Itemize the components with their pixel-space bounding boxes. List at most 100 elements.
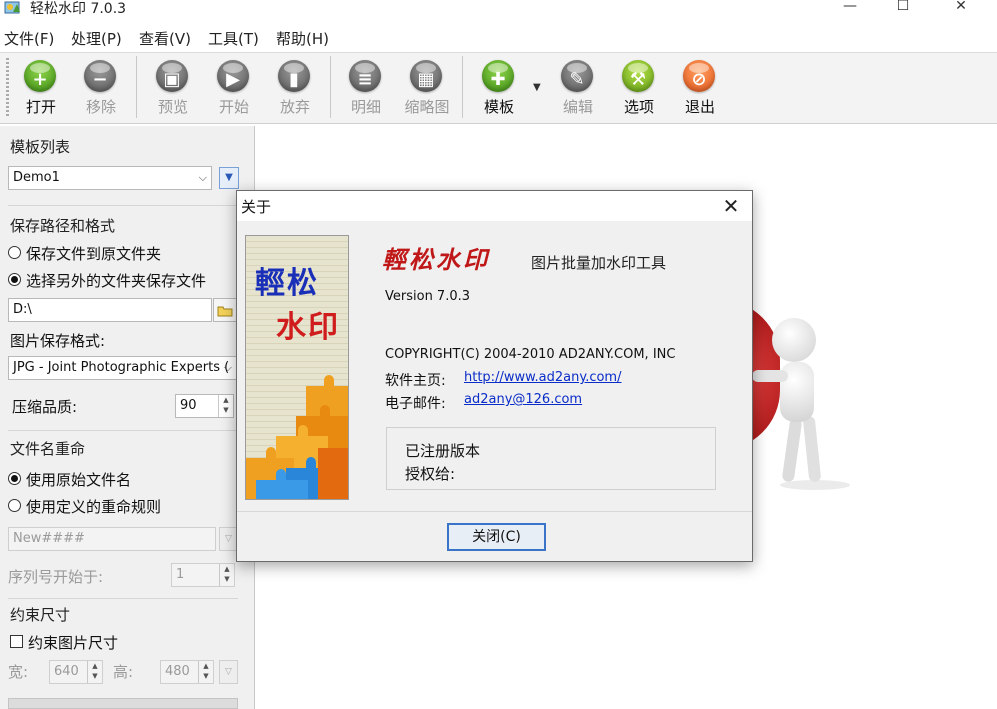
abort-button[interactable]: ▮ 放弃 — [266, 56, 324, 118]
size-menu-button[interactable]: ▽ — [219, 660, 238, 684]
save-path-title: 保存路径和格式 — [10, 217, 116, 235]
chevron-down-icon: ⌵ — [198, 171, 207, 184]
menu-view[interactable]: 查看(V) — [139, 28, 191, 49]
spin-arrows-icon[interactable]: ▲ ▼ — [219, 564, 234, 586]
rename-pattern-input[interactable]: New#### — [8, 527, 216, 551]
save-path-input[interactable]: D:\ — [8, 298, 212, 322]
format-select[interactable]: JPG - Joint Photographic Experts ( ⌵ — [8, 356, 237, 380]
options-label: 选项 — [623, 98, 654, 116]
toolbar-separator — [462, 56, 463, 118]
start-button[interactable]: ▶ 开始 — [205, 56, 263, 118]
menu-file[interactable]: 文件(F) — [4, 28, 54, 49]
menu-process[interactable]: 处理(P) — [71, 28, 122, 49]
open-label: 打开 — [25, 98, 56, 116]
open-button[interactable]: + 打开 — [12, 56, 70, 118]
preview-button[interactable]: ▣ 预览 — [144, 56, 202, 118]
width-stepper[interactable]: 640 ▲ ▼ — [49, 660, 103, 684]
minimize-button[interactable]: — — [827, 0, 873, 18]
spin-arrows-icon[interactable]: ▲ ▼ — [218, 395, 233, 417]
thumbnails-button[interactable]: ▦ 缩略图 — [398, 56, 456, 118]
divider — [8, 598, 238, 599]
brand-subtitle: 图片批量加水印工具 — [531, 254, 667, 272]
divider — [8, 205, 238, 206]
height-label: 高: — [113, 663, 134, 681]
brand-title: 輕松水印 — [382, 245, 490, 274]
details-button[interactable]: ≡ 明细 — [337, 56, 395, 118]
toolbar-grip[interactable] — [6, 58, 9, 116]
radio-custom-rule[interactable] — [8, 499, 21, 512]
welcome-illustration-part — [752, 370, 788, 382]
homepage-link[interactable]: http://www.ad2any.com/ — [464, 370, 621, 385]
licensed-to-label: 授权给: — [405, 465, 456, 483]
pencil-icon: ✎ — [561, 60, 593, 92]
radio-original-name[interactable] — [8, 472, 21, 485]
constrain-checkbox[interactable] — [10, 635, 23, 648]
constrain-title: 约束尺寸 — [10, 606, 71, 624]
exit-icon: ⊘ — [683, 60, 715, 92]
folder-icon — [217, 306, 233, 317]
abort-label: 放弃 — [279, 98, 310, 116]
width-value: 640 — [54, 664, 79, 679]
exit-button[interactable]: ⊘ 退出 — [671, 56, 729, 118]
homepage-label: 软件主页: — [385, 373, 446, 389]
height-value: 480 — [165, 664, 190, 679]
toolbar-separator — [136, 56, 137, 118]
radio-save-other[interactable] — [8, 273, 21, 286]
version-text: Version 7.0.3 — [385, 289, 471, 304]
logo-text-line2: 水印 — [276, 310, 340, 345]
divider — [237, 511, 752, 512]
browse-folder-button[interactable] — [213, 298, 237, 322]
welcome-illustration-part — [772, 318, 816, 362]
radio-original-name-label: 使用原始文件名 — [26, 471, 132, 489]
options-button[interactable]: ⚒ 选项 — [610, 56, 668, 118]
quality-stepper[interactable]: 90 ▲ ▼ — [175, 394, 234, 418]
minus-icon: − — [84, 60, 116, 92]
sequence-stepper[interactable]: 1 ▲ ▼ — [171, 563, 235, 587]
window-title: 轻松水印 7.0.3 — [30, 1, 127, 17]
toolbar-separator — [330, 56, 331, 118]
save-path-value: D:\ — [13, 302, 32, 317]
details-label: 明细 — [350, 98, 381, 116]
remove-button[interactable]: − 移除 — [72, 56, 130, 118]
quality-value: 90 — [180, 398, 197, 413]
radio-custom-rule-label: 使用定义的重命规则 — [26, 498, 162, 516]
radio-save-original[interactable] — [8, 246, 21, 259]
edit-label: 编辑 — [562, 98, 593, 116]
registration-status: 已注册版本 — [405, 442, 481, 460]
spin-arrows-icon[interactable]: ▲ ▼ — [198, 661, 213, 683]
about-dialog-titlebar[interactable] — [237, 191, 752, 221]
start-label: 开始 — [218, 98, 249, 116]
exit-label: 退出 — [684, 98, 715, 116]
wrench-icon: ⚒ — [622, 60, 654, 92]
format-value: JPG - Joint Photographic Experts ( — [13, 360, 230, 375]
template-dropdown-arrow-icon[interactable]: ▼ — [533, 82, 541, 93]
menu-tools[interactable]: 工具(T) — [208, 28, 259, 49]
preview-icon: ▣ — [156, 60, 188, 92]
close-window-button[interactable]: ✕ — [938, 0, 984, 18]
close-icon[interactable]: ✕ — [716, 192, 746, 220]
about-dialog-title: 关于 — [241, 198, 272, 216]
quality-label: 压缩品质: — [12, 398, 78, 416]
maximize-button[interactable]: ☐ — [880, 0, 926, 18]
edit-button[interactable]: ✎ 编辑 — [549, 56, 607, 118]
template-menu-button[interactable]: ▼ — [219, 167, 239, 189]
template-list-title: 模板列表 — [10, 138, 71, 156]
email-link[interactable]: ad2any@126.com — [464, 392, 582, 407]
stop-icon: ▮ — [278, 60, 310, 92]
rename-title: 文件名重命 — [10, 440, 86, 458]
menu-help[interactable]: 帮助(H) — [276, 28, 329, 49]
width-label: 宽: — [8, 663, 29, 681]
template-button[interactable]: ✚ 模板 — [470, 56, 528, 118]
preview-label: 预览 — [157, 98, 188, 116]
panel-button-partial[interactable] — [8, 698, 238, 709]
puzzle-icon: ✚ — [482, 60, 514, 92]
chevron-down-icon: ⌵ — [223, 361, 232, 374]
template-select[interactable]: Demo1 ⌵ — [8, 166, 212, 190]
spin-arrows-icon[interactable]: ▲ ▼ — [87, 661, 102, 683]
close-dialog-button[interactable]: 关闭(C) — [447, 523, 546, 551]
remove-label: 移除 — [85, 98, 116, 116]
template-select-value: Demo1 — [13, 170, 60, 185]
height-stepper[interactable]: 480 ▲ ▼ — [160, 660, 214, 684]
format-label: 图片保存格式: — [10, 332, 106, 350]
plus-icon: + — [24, 60, 56, 92]
